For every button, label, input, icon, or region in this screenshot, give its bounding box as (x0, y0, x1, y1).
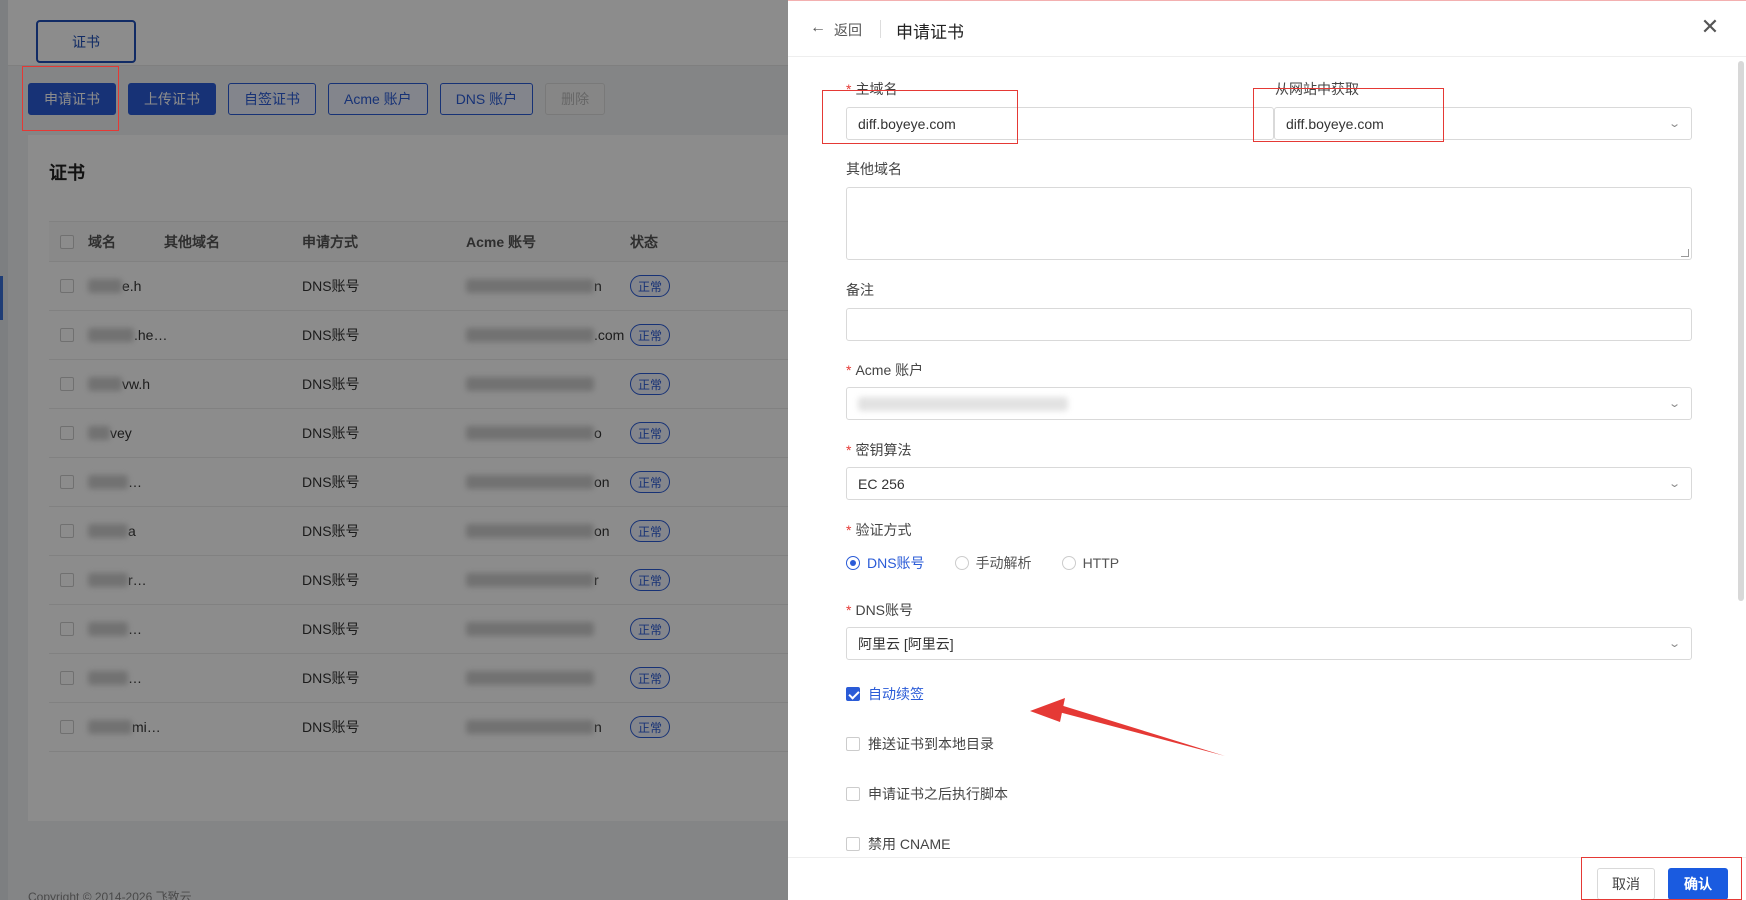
verify-method-label: * 验证方式 (846, 522, 912, 538)
radio-dot (954, 556, 969, 570)
radio-dns-account[interactable]: DNS账号 (846, 553, 925, 573)
redacted-value (858, 396, 1068, 411)
checkbox-checked-icon (846, 687, 860, 701)
key-algorithm-select[interactable]: EC 256 ⌄ (846, 467, 1692, 500)
other-domains-label: 其他域名 (846, 161, 902, 177)
other-domains-textarea[interactable] (846, 187, 1692, 260)
radio-dot (1061, 556, 1076, 570)
arrow-left-icon[interactable]: ← (810, 19, 828, 37)
auto-renew-checkbox[interactable]: 自动续签 (846, 684, 924, 704)
dns-account-label: * DNS账号 (846, 602, 914, 618)
drawer-title: 申请证书 (896, 23, 964, 42)
acme-account-label: * Acme 账户 (846, 362, 924, 378)
chevron-down-icon: ⌄ (1667, 118, 1681, 130)
verify-method-radio-group: DNS账号 手动解析 HTTP (846, 553, 1119, 573)
acme-account-select[interactable]: ⌄ (846, 387, 1692, 420)
annotation-box-footer-buttons (1581, 857, 1742, 900)
dns-account-select[interactable]: 阿里云 [阿里云] ⌄ (846, 627, 1692, 660)
run-script-checkbox[interactable]: 申请证书之后执行脚本 (846, 784, 1008, 804)
resize-handle-icon[interactable] (1681, 249, 1689, 257)
radio-manual-resolve[interactable]: 手动解析 (954, 553, 1032, 573)
remark-label: 备注 (846, 282, 874, 298)
checkbox-icon (846, 787, 860, 801)
chevron-down-icon: ⌄ (1667, 398, 1681, 410)
remark-input[interactable] (846, 308, 1692, 341)
back-link[interactable]: 返回 (834, 20, 862, 40)
close-icon[interactable]: ✕ (1698, 15, 1722, 39)
radio-http[interactable]: HTTP (1061, 553, 1119, 573)
annotation-box-apply (22, 66, 119, 131)
push-local-dir-checkbox[interactable]: 推送证书到本地目录 (846, 734, 994, 754)
annotation-box-main-domain (822, 90, 1018, 144)
drawer-header: ← 返回 申请证书 ✕ (788, 1, 1746, 57)
chevron-down-icon: ⌄ (1667, 478, 1681, 490)
checkbox-icon (846, 737, 860, 751)
disable-cname-checkbox[interactable]: 禁用 CNAME (846, 834, 950, 854)
header-divider (880, 20, 881, 38)
key-algorithm-label: * 密钥算法 (846, 442, 912, 458)
chevron-down-icon: ⌄ (1667, 638, 1681, 650)
checkbox-icon (846, 837, 860, 851)
annotation-box-from-website (1253, 88, 1444, 142)
scrollbar[interactable] (1738, 61, 1744, 601)
radio-dot (846, 556, 860, 570)
